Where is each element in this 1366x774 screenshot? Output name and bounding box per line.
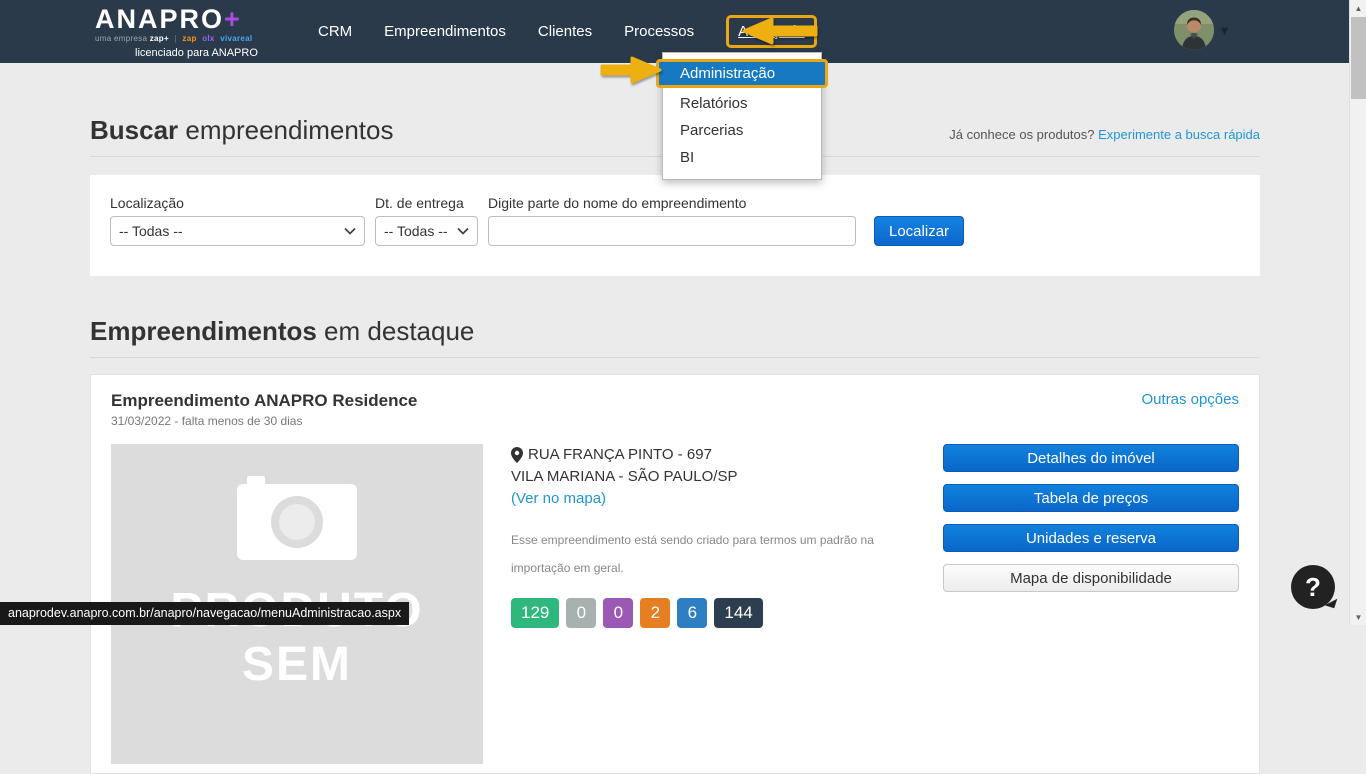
- property-card: Empreendimento ANAPRO Residence 31/03/20…: [90, 374, 1260, 774]
- price-table-button[interactable]: Tabela de preços: [943, 484, 1239, 512]
- chevron-down-icon: [457, 227, 469, 235]
- vivareal-logo: vivareal: [220, 34, 252, 43]
- zap-plus-logo: zap+: [150, 34, 169, 43]
- menu-item-relatorios[interactable]: Relatórios: [663, 90, 821, 117]
- property-actions: Detalhes do imóvel Tabela de preços Unid…: [943, 444, 1239, 764]
- avatar[interactable]: [1174, 10, 1214, 50]
- help-button[interactable]: ?: [1291, 565, 1335, 609]
- search-panel: Localização -- Todas -- Dt. de entrega -…: [90, 175, 1260, 276]
- badge-available: 129: [511, 598, 559, 628]
- property-title: Empreendimento ANAPRO Residence: [111, 391, 417, 411]
- link-status-bar: anaprodev.anapro.com.br/anapro/navegacao…: [0, 602, 409, 625]
- location-select[interactable]: -- Todas --: [110, 216, 365, 246]
- property-deadline: 31/03/2022 - falta menos de 30 dias: [111, 414, 417, 428]
- delivery-date-label: Dt. de entrega: [375, 195, 478, 211]
- placeholder-text-line2: SEM: [242, 638, 352, 692]
- quick-search-promo: Já conhece os produtos? Experimente a bu…: [949, 127, 1260, 146]
- location-label: Localização: [110, 195, 365, 211]
- name-search-input[interactable]: [488, 216, 856, 246]
- property-description: Esse empreendimento está sendo criado pa…: [511, 526, 911, 582]
- menu-item-parcerias[interactable]: Parcerias: [663, 117, 821, 144]
- licensed-text: licenciado para ANAPRO: [135, 47, 258, 59]
- badge-purple: 0: [603, 598, 633, 628]
- location-pin-icon: [511, 447, 523, 463]
- scroll-up-icon[interactable]: ▲: [1350, 0, 1366, 16]
- vertical-scrollbar[interactable]: ▲ ▼: [1349, 0, 1366, 625]
- nav-item-clientes[interactable]: Clientes: [538, 23, 592, 40]
- avancado-dropdown-menu: Administração Relatórios Parcerias BI: [662, 52, 822, 180]
- user-menu[interactable]: ▼: [1174, 10, 1231, 50]
- logo-plus-icon: +: [224, 4, 242, 34]
- quick-search-link[interactable]: Experimente a busca rápida: [1098, 127, 1260, 142]
- logo-tagline: uma empresa zap+ | zap olx vivareal: [95, 34, 252, 43]
- featured-section-header: Empreendimentos em destaque: [90, 316, 1260, 358]
- availability-map-button[interactable]: Mapa de disponibilidade: [943, 564, 1239, 592]
- camera-icon: [237, 476, 357, 560]
- anapro-logo[interactable]: ANAPRO+ uma empresa zap+ | zap olx vivar…: [95, 6, 252, 43]
- property-details-button[interactable]: Detalhes do imóvel: [943, 444, 1239, 472]
- nav-item-empreendimentos[interactable]: Empreendimentos: [384, 23, 506, 40]
- annotation-arrow-avancado: [742, 17, 818, 45]
- delivery-date-select[interactable]: -- Todas --: [375, 216, 478, 246]
- address-line-2: VILA MARIANA - SÃO PAULO/SP: [511, 466, 911, 488]
- zap-logo: zap: [182, 34, 196, 43]
- nav-item-crm[interactable]: CRM: [318, 23, 352, 40]
- unit-count-badges: 129 0 0 2 6 144: [511, 598, 911, 628]
- localizar-button[interactable]: Localizar: [874, 216, 964, 246]
- chevron-down-icon[interactable]: ▼: [1218, 23, 1231, 38]
- question-mark-icon: ?: [1305, 572, 1321, 603]
- badge-orange: 2: [640, 598, 670, 628]
- scrollbar-thumb[interactable]: [1351, 17, 1366, 99]
- other-options-link[interactable]: Outras opções: [1141, 391, 1239, 408]
- units-reserve-button[interactable]: Unidades e reserva: [943, 524, 1239, 552]
- name-search-label: Digite parte do nome do empreendimento: [488, 195, 856, 211]
- badge-gray: 0: [566, 598, 596, 628]
- logo-text: ANAPRO+: [95, 6, 252, 33]
- scroll-down-icon[interactable]: ▼: [1350, 609, 1366, 625]
- olx-logo: olx: [202, 34, 214, 43]
- address-line-1: RUA FRANÇA PINTO - 697: [511, 444, 911, 466]
- view-on-map-link[interactable]: (Ver no mapa): [511, 488, 606, 510]
- chevron-down-icon: [344, 227, 356, 235]
- badge-total: 144: [714, 598, 762, 628]
- badge-blue: 6: [677, 598, 707, 628]
- menu-item-administracao[interactable]: Administração: [656, 59, 828, 88]
- menu-item-bi[interactable]: BI: [663, 144, 821, 171]
- featured-section-title: Empreendimentos em destaque: [90, 316, 474, 347]
- nav-item-processos[interactable]: Processos: [624, 23, 694, 40]
- search-section-title: Buscar empreendimentos: [90, 115, 394, 146]
- annotation-arrow-administracao: [600, 56, 662, 84]
